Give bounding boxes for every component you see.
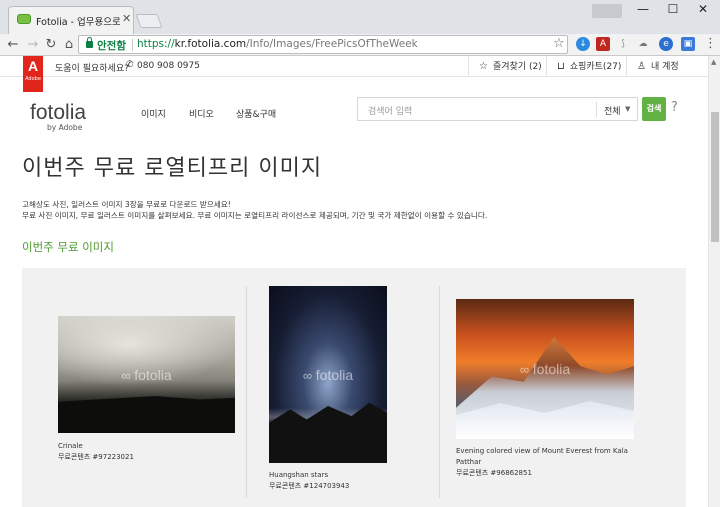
close-window-button[interactable]: ✕ (688, 2, 718, 20)
fotolia-watermark: fotolia (121, 367, 171, 383)
web-page: 도움이 필요하세요? ✆ 080 908 0975 ☆ 즐겨찾기 (2) ⊔ 쇼핑카… (0, 56, 708, 507)
image-huangshan-stars[interactable]: fotolia (269, 286, 387, 463)
image-mount-everest[interactable]: fotolia (456, 299, 634, 439)
account-label: 내 계정 (650, 62, 679, 72)
url-host: kr.fotolia.com (174, 38, 247, 50)
profile-avatar[interactable] (592, 4, 622, 18)
free-images-gallery: fotolia Crinale 무료콘텐츠 #97223021 fotolia … (22, 268, 686, 507)
search-placeholder: 검색어 입력 (368, 107, 413, 117)
intro-line-2: 무료 사진 이미지, 무료 일러스트 이미지를 살펴보세요. 무료 이미지는 로… (22, 211, 488, 220)
translate-extension-icon[interactable]: ⟆ (616, 37, 630, 51)
profile-extension-icon[interactable]: e (659, 37, 673, 51)
photo-extension-icon[interactable]: ▣ (681, 37, 695, 51)
chevron-down-icon[interactable]: ▼ (625, 105, 630, 113)
photo-ridge (58, 395, 235, 433)
search-scope-select[interactable]: 전체 (604, 104, 621, 117)
bookmark-star-icon[interactable]: ☆ (553, 36, 565, 51)
home-icon[interactable]: ⌂ (60, 36, 78, 54)
tab-title: Fotolia - 업무용으로 이용 (36, 17, 120, 28)
browser-titlebar: Fotolia - 업무용으로 이용 ✕ — ☐ ✕ (0, 0, 720, 34)
fotolia-watermark: fotolia (520, 361, 570, 377)
search-input[interactable]: 검색어 입력 전체 ▼ (357, 97, 638, 121)
scroll-up-arrow-icon[interactable]: ▲ (711, 58, 716, 66)
lock-icon (86, 37, 93, 48)
maximize-button[interactable]: ☐ (658, 2, 688, 20)
image-id: 무료콘텐츠 #96862851 (456, 469, 532, 477)
scroll-thumb[interactable] (711, 112, 719, 242)
image-caption: Crinale 무료콘텐츠 #97223021 (58, 441, 134, 463)
new-tab-button[interactable] (135, 14, 163, 28)
pdf-extension-icon[interactable]: A (596, 37, 610, 51)
fotolia-favicon-icon (17, 14, 31, 24)
user-icon: ♙ (637, 61, 646, 72)
nav-images[interactable]: 이미지 (141, 107, 166, 120)
image-id: 무료콘텐츠 #97223021 (58, 453, 134, 461)
image-title[interactable]: Crinale (58, 442, 83, 450)
back-arrow-icon[interactable]: ← (4, 36, 22, 54)
page-title: 이번주 무료 로열티프리 이미지 (22, 156, 323, 181)
intro-line-1: 고해상도 사진, 일러스트 이미지 3장을 무료로 다운로드 받으세요! (22, 200, 231, 209)
url-text: https://kr.fotolia.com/Info/Images/FreeP… (137, 38, 418, 50)
download-extension-icon[interactable]: ↓ (576, 37, 590, 51)
nav-plans-pricing[interactable]: 상품&구매 (236, 107, 276, 120)
utility-bar: 도움이 필요하세요? ✆ 080 908 0975 ☆ 즐겨찾기 (2) ⊔ 쇼핑카… (0, 56, 708, 77)
section-title: 이번주 무료 이미지 (22, 240, 114, 254)
browser-tab[interactable]: Fotolia - 업무용으로 이용 ✕ (8, 6, 134, 34)
cloud-extension-icon[interactable]: ☁ (636, 37, 650, 51)
cart-icon: ⊔ (557, 61, 565, 72)
address-bar[interactable]: 안전함 https://kr.fotolia.com/Info/Images/F… (78, 35, 568, 54)
nav-videos[interactable]: 비디오 (189, 107, 214, 120)
omnibox-divider (132, 39, 133, 51)
fotolia-watermark: fotolia (303, 367, 353, 383)
phone-icon: ✆ (126, 60, 134, 70)
page-scrollbar[interactable]: ▲ (708, 56, 720, 507)
browser-menu-icon[interactable]: ⋮ (704, 36, 717, 51)
url-path: /Info/Images/FreePicsOfTheWeek (246, 38, 418, 50)
image-title[interactable]: Huangshan stars (269, 471, 328, 479)
image-caption: Evening colored view of Mount Everest fr… (456, 446, 634, 479)
cart-label: 쇼핑카트(27) (569, 62, 622, 72)
close-tab-icon[interactable]: ✕ (122, 12, 131, 25)
image-caption: Huangshan stars 무료콘텐츠 #124703943 (269, 470, 349, 492)
adobe-logo[interactable]: A Adobe (23, 56, 43, 92)
image-title[interactable]: Evening colored view of Mount Everest fr… (456, 447, 628, 466)
image-id: 무료콘텐츠 #124703943 (269, 482, 350, 490)
fotolia-logo[interactable]: fotolia (30, 101, 86, 125)
help-icon[interactable]: ? (671, 100, 678, 115)
search-button[interactable]: 검색 (642, 97, 666, 121)
intro-text: 고해상도 사진, 일러스트 이미지 3장을 무료로 다운로드 받으세요! 무료 … (22, 199, 487, 221)
browser-toolbar: ← → ↻ ⌂ 안전함 https://kr.fotolia.com/Info/… (0, 34, 720, 56)
favorites-link[interactable]: ☆ 즐겨찾기 (2) (468, 56, 546, 77)
photo-mountains (269, 402, 387, 463)
logo-subtitle: by Adobe (47, 123, 83, 132)
favorites-label: 즐겨찾기 (2) (492, 62, 542, 72)
reload-icon[interactable]: ↻ (42, 36, 60, 54)
url-scheme: https:// (137, 38, 175, 50)
help-prompt[interactable]: 도움이 필요하세요? (55, 61, 129, 74)
image-crinale[interactable]: fotolia (58, 316, 235, 433)
gallery-divider (439, 286, 440, 498)
account-link[interactable]: ♙ 내 계정 (626, 56, 686, 77)
phone-number[interactable]: 080 908 0975 (137, 61, 200, 71)
gallery-divider (246, 286, 247, 498)
search-divider (596, 102, 597, 117)
secure-label: 안전함 (97, 40, 126, 52)
forward-arrow-icon[interactable]: → (24, 36, 42, 54)
cart-link[interactable]: ⊔ 쇼핑카트(27) (546, 56, 626, 77)
star-icon: ☆ (479, 61, 488, 72)
minimize-button[interactable]: — (628, 2, 658, 20)
